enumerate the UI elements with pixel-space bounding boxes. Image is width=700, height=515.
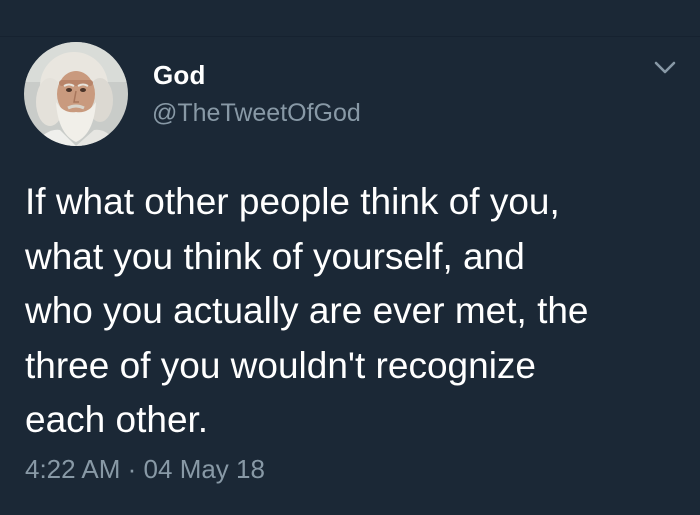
- top-bar: [0, 0, 700, 37]
- tweet-date[interactable]: 04 May 18: [144, 454, 265, 484]
- tweet-timestamp: 4:22 AM · 04 May 18: [25, 454, 265, 485]
- author-handle[interactable]: @TheTweetOfGod: [152, 99, 361, 128]
- avatar-image: [24, 42, 128, 146]
- chevron-down-icon[interactable]: [652, 58, 678, 78]
- author-display-name[interactable]: God: [153, 60, 206, 91]
- tweet-text: If what other people think of you, what …: [25, 181, 589, 440]
- tweet-time[interactable]: 4:22 AM: [25, 454, 120, 484]
- avatar[interactable]: [24, 42, 128, 146]
- meta-separator: ·: [127, 454, 137, 484]
